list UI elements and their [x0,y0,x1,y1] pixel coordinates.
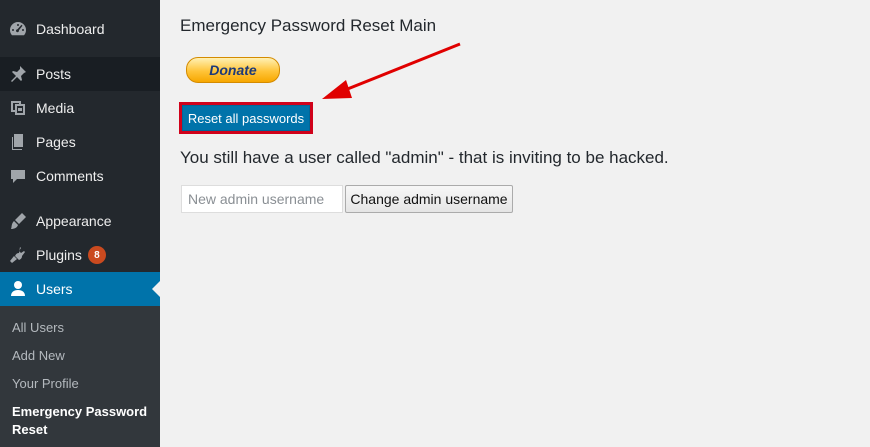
admin-sidebar: Dashboard Posts Media Pages Comments App… [0,0,160,447]
sidebar-item-label: Pages [36,134,76,150]
submenu-item-your-profile[interactable]: Your Profile [12,376,79,391]
comment-icon [0,159,36,193]
pages-icon [0,125,36,159]
current-menu-pointer [152,281,160,297]
donate-button[interactable]: Donate [186,57,280,83]
sidebar-item-dashboard[interactable]: Dashboard [0,12,160,46]
media-icon [0,91,36,125]
page-title: Emergency Password Reset Main [180,16,437,35]
sidebar-item-label: Appearance [36,213,112,229]
reset-all-passwords-button[interactable]: Reset all passwords [182,105,310,131]
submenu-item-all-users[interactable]: All Users [12,320,64,335]
user-icon [0,272,36,306]
plugin-icon [0,238,36,272]
submenu-item-add-new[interactable]: Add New [12,348,65,363]
sidebar-item-appearance[interactable]: Appearance [0,204,160,238]
sidebar-item-plugins[interactable]: Plugins 8 [0,238,160,272]
sidebar-item-label: Media [36,100,75,116]
change-admin-username-button[interactable]: Change admin username [345,185,513,213]
admin-warning-text: You still have a user called "admin" - t… [180,148,669,167]
sidebar-item-comments[interactable]: Comments [0,159,160,193]
annotation-arrow-head [322,80,352,99]
new-admin-username-input[interactable] [181,185,343,213]
sidebar-item-label: Comments [36,168,104,184]
sidebar-item-label: Posts [36,66,72,82]
dashboard-icon [0,12,36,46]
pin-icon [0,57,36,91]
sidebar-item-label: Users [36,281,73,297]
brush-icon [0,204,36,238]
annotation-arrow-shaft [339,42,461,94]
sidebar-item-label: Dashboard [36,21,105,37]
sidebar-item-media[interactable]: Media [0,91,160,125]
sidebar-item-pages[interactable]: Pages [0,125,160,159]
submenu-item-emergency-password-reset[interactable]: Emergency Password Reset [12,403,152,439]
sidebar-item-posts[interactable]: Posts [0,57,160,91]
sidebar-item-label: Plugins [36,247,82,263]
update-count-badge: 8 [87,246,106,264]
sidebar-item-users[interactable]: Users [0,272,160,306]
users-submenu: All Users Add New Your Profile Emergency… [0,306,160,447]
